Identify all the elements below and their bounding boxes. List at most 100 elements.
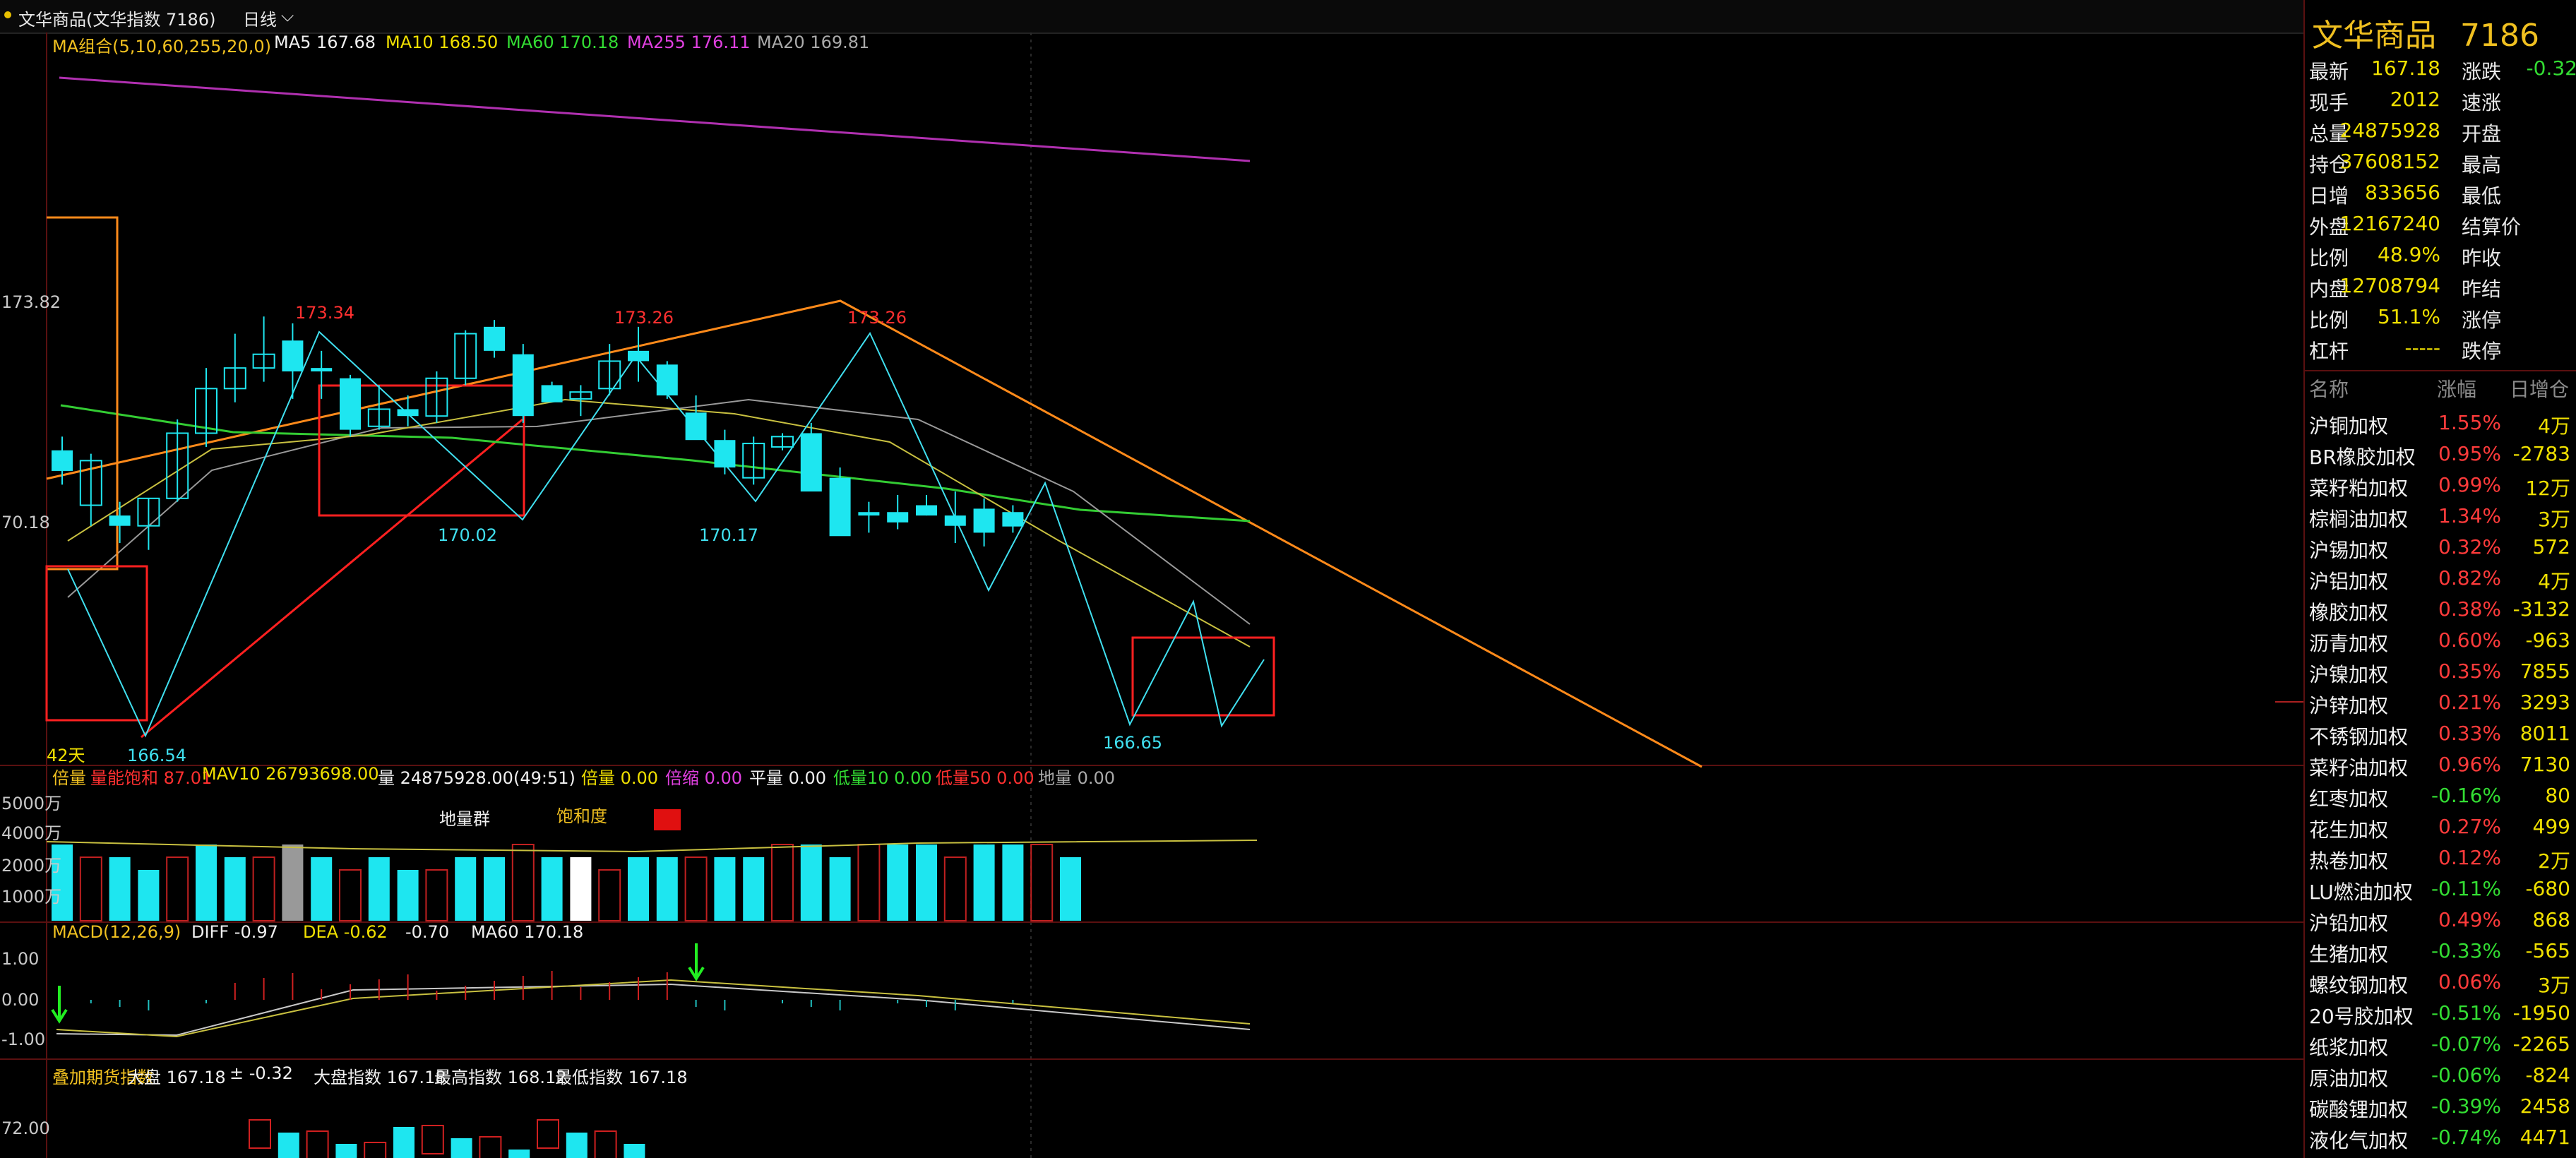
price-annotation: 166.65 (1103, 733, 1162, 753)
watchlist-row[interactable]: BR橡胶加权 0.95% -2783 (2305, 438, 2576, 469)
candle (340, 378, 361, 430)
volume-bar (829, 857, 851, 921)
period-selector[interactable]: 日线 (243, 6, 277, 30)
watchlist-row[interactable]: 生猪加权 -0.33% -565 (2305, 935, 2576, 966)
macd-indicator-label: DIFF -0.97 (191, 922, 278, 942)
volume-bar (684, 856, 708, 921)
change-percent: 0.60% (2438, 628, 2501, 652)
change-percent: 0.12% (2438, 846, 2501, 869)
watchlist-header[interactable]: 名称 (2309, 374, 2349, 402)
watchlist-header[interactable]: 涨幅 (2437, 374, 2476, 402)
change-percent: 0.38% (2438, 597, 2501, 621)
quote-label: 涨停 (2462, 309, 2502, 332)
daily-oi-change: -1950 (2512, 1001, 2570, 1025)
watchlist-row[interactable]: 红枣加权 -0.16% 80 (2305, 780, 2576, 811)
quote-row: 比例 48.9% 昨收 (2305, 240, 2576, 271)
volume-bar (743, 857, 765, 921)
change-percent: 1.55% (2438, 411, 2501, 434)
quote-label: 比例 (2309, 309, 2349, 332)
change-percent: 0.82% (2438, 566, 2501, 590)
change-percent: 0.99% (2438, 473, 2501, 496)
watchlist-row[interactable]: 不锈钢加权 0.33% 8011 (2305, 717, 2576, 748)
daily-oi-change: -680 (2525, 877, 2570, 900)
overlay-indicator-label: ± -0.32 (229, 1063, 293, 1083)
volume-bar (425, 869, 448, 921)
watchlist-row[interactable]: 花生加权 0.27% 499 (2305, 811, 2576, 842)
volume-bar (656, 857, 678, 921)
down-arrow-icon (51, 986, 68, 1024)
watchlist-row[interactable]: 菜籽油加权 0.96% 7130 (2305, 748, 2576, 780)
watchlist-row[interactable]: 沪锌加权 0.21% 3293 (2305, 686, 2576, 717)
daily-oi-change: 3293 (2520, 691, 2570, 714)
macd-indicator-label: MA60 170.18 (471, 922, 584, 942)
watchlist-row[interactable]: 菜籽粕加权 0.99% 12万 (2305, 469, 2576, 500)
watchlist-row[interactable]: 液化气加权 -0.74% 4471 (2305, 1121, 2576, 1152)
watchlist-row[interactable]: 原油加权 -0.06% -824 (2305, 1059, 2576, 1090)
axis-tick-label: 70.18 (1, 513, 50, 532)
change-percent: -0.51% (2431, 1001, 2501, 1025)
instrument-name: 液化气加权 (2309, 1129, 2409, 1152)
watchlist-row[interactable]: 20号胶加权 -0.51% -1950 (2305, 997, 2576, 1028)
daily-oi-change: 499 (2532, 815, 2570, 838)
change-percent: 0.96% (2438, 753, 2501, 776)
daily-oi-change: -963 (2525, 628, 2570, 652)
overlay-candle (335, 1144, 357, 1158)
candle (541, 385, 563, 402)
watchlist-row[interactable]: 沥青加权 0.60% -963 (2305, 624, 2576, 655)
watchlist-row[interactable]: 沪铜加权 1.55% 4万 (2305, 407, 2576, 438)
watchlist-row[interactable]: LU燃油加权 -0.11% -680 (2305, 873, 2576, 904)
volume-bar (109, 857, 131, 921)
instrument-name: 橡胶加权 (2309, 601, 2389, 624)
mav10-line (46, 840, 1258, 853)
watchlist-row[interactable]: 橡胶加权 0.38% -3132 (2305, 593, 2576, 624)
axis-tick-label: 2000万 (1, 856, 62, 876)
quote-label: 最高 (2462, 153, 2502, 177)
instrument-name: 生猪加权 (2309, 943, 2389, 966)
volume-bar (196, 844, 217, 921)
watchlist-row[interactable]: 棕榈油加权 1.34% 3万 (2305, 500, 2576, 531)
volume-bar (282, 844, 304, 921)
candle (656, 364, 678, 396)
watchlist-row[interactable]: 碳酸锂加权 -0.39% 2458 (2305, 1090, 2576, 1121)
watchlist-row[interactable]: 沪铅加权 0.49% 868 (2305, 904, 2576, 935)
overlay-candle (421, 1125, 444, 1154)
daily-oi-change: 3万 (2538, 508, 2570, 531)
axis-tick-label: 1000万 (1, 887, 62, 907)
volume-indicator-label: 倍量 0.00 (581, 768, 659, 788)
daily-oi-change: -2783 (2512, 442, 2570, 465)
saturation-marker (654, 809, 681, 830)
instrument-name: 菜籽粕加权 (2309, 477, 2409, 500)
watchlist-header[interactable]: 日增仓 (2510, 374, 2569, 402)
watchlist-row[interactable]: 沪锡加权 0.32% 572 (2305, 531, 2576, 562)
candle (628, 350, 649, 362)
quote-row: 现手 2012 速涨 (2305, 85, 2576, 116)
quote-row: 最新 167.18 涨跌 -0.32 (2305, 54, 2576, 85)
volume-bar (1060, 857, 1081, 921)
instrument-name: 文华商品 (2312, 18, 2436, 54)
volume-bar (368, 857, 390, 921)
watchlist-row[interactable]: 螺纹钢加权 0.06% 3万 (2305, 966, 2576, 997)
volume-bar (138, 870, 160, 921)
candle (973, 508, 995, 533)
axis-tick-label: 1.00 (1, 949, 40, 969)
volume-bar (916, 844, 937, 921)
volume-bar (511, 844, 535, 921)
watchlist-row[interactable]: 纸浆加权 -0.07% -2265 (2305, 1028, 2576, 1059)
chevron-down-icon[interactable]: ⌵ (281, 6, 294, 25)
change-percent: 0.35% (2438, 659, 2501, 683)
axis-tick-label: -1.00 (1, 1029, 46, 1049)
watchlist-row[interactable]: 沪镍加权 0.35% 7855 (2305, 655, 2576, 686)
change-percent: 0.32% (2438, 535, 2501, 559)
overlay-indicator-label: 大盘 167.18 (127, 1068, 226, 1087)
daily-oi-change: 7855 (2520, 659, 2570, 683)
quote-value: 12708794 (2339, 274, 2440, 297)
change-percent: 0.33% (2438, 722, 2501, 745)
macd-indicator-label: DEA -0.62 (303, 922, 388, 942)
quote-label: 杠杆 (2309, 340, 2349, 363)
top-bar: 文华商品(文华指数 7186) 日线 ⌵ (0, 0, 2576, 34)
watchlist-row[interactable]: 热卷加权 0.12% 2万 (2305, 842, 2576, 873)
days-label: 42天 (47, 746, 85, 765)
daily-oi-change: 868 (2532, 908, 2570, 931)
overlay-candle (451, 1138, 472, 1158)
watchlist-row[interactable]: 沪铝加权 0.82% 4万 (2305, 562, 2576, 593)
